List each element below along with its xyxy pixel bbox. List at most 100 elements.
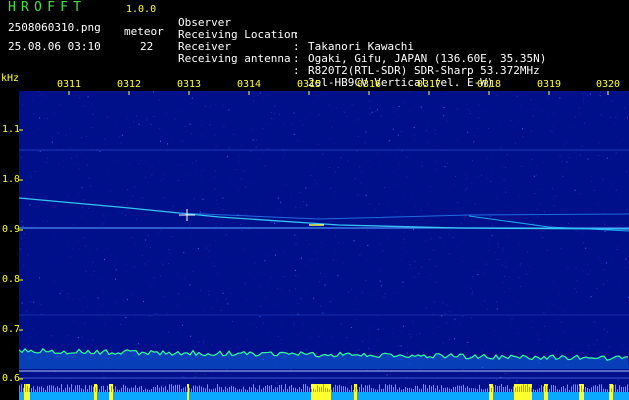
noise-pixel bbox=[371, 111, 373, 113]
noise-pixel bbox=[242, 169, 244, 171]
activity-spike bbox=[355, 386, 356, 392]
noise-pixel bbox=[259, 92, 261, 94]
noise-pixel bbox=[434, 129, 436, 131]
activity-spike bbox=[431, 386, 432, 392]
noise-pixel bbox=[600, 91, 602, 93]
activity-spike bbox=[65, 387, 66, 392]
noise-pixel bbox=[357, 299, 359, 301]
noise-pixel bbox=[122, 237, 124, 239]
noise-pixel bbox=[430, 186, 432, 188]
activity-spike bbox=[179, 384, 180, 392]
activity-spike bbox=[453, 387, 454, 392]
noise-pixel bbox=[504, 188, 506, 189]
noise-pixel bbox=[368, 100, 370, 102]
noise-pixel bbox=[605, 262, 607, 264]
activity-spike bbox=[153, 387, 154, 392]
noise-pixel bbox=[206, 247, 208, 249]
noise-pixel bbox=[543, 312, 545, 314]
noise-pixel bbox=[465, 178, 467, 180]
noise-pixel bbox=[397, 115, 399, 116]
noise-pixel bbox=[284, 153, 286, 155]
noise-pixel bbox=[187, 204, 189, 206]
noise-pixel bbox=[594, 222, 596, 224]
noise-pixel bbox=[238, 189, 240, 191]
activity-spike bbox=[527, 384, 528, 392]
noise-pixel bbox=[619, 281, 621, 283]
noise-pixel bbox=[224, 235, 226, 237]
noise-pixel bbox=[189, 123, 191, 125]
noise-pixel bbox=[203, 340, 204, 342]
noise-pixel bbox=[398, 291, 399, 293]
noise-pixel bbox=[487, 177, 488, 179]
noise-pixel bbox=[471, 293, 473, 295]
noise-pixel bbox=[159, 128, 161, 130]
noise-pixel bbox=[428, 350, 430, 352]
noise-pixel bbox=[394, 383, 396, 385]
noise-pixel bbox=[197, 309, 199, 311]
noise-pixel bbox=[380, 115, 382, 117]
noise-pixel bbox=[579, 193, 581, 195]
noise-pixel bbox=[406, 251, 408, 253]
noise-pixel bbox=[338, 124, 339, 126]
noise-pixel bbox=[410, 336, 412, 338]
noise-pixel bbox=[41, 129, 43, 131]
activity-spike bbox=[295, 387, 296, 392]
activity-spike bbox=[309, 387, 310, 392]
noise-pixel bbox=[502, 246, 504, 248]
noise-pixel bbox=[436, 338, 438, 340]
noise-pixel bbox=[108, 214, 110, 216]
activity-spike bbox=[477, 389, 478, 392]
noise-pixel bbox=[377, 369, 379, 370]
noise-pixel bbox=[293, 323, 295, 325]
noise-pixel bbox=[335, 249, 337, 251]
noise-pixel bbox=[410, 267, 412, 269]
noise-pixel bbox=[520, 105, 522, 107]
noise-pixel bbox=[320, 330, 322, 332]
activity-spike bbox=[125, 385, 126, 392]
noise-pixel bbox=[189, 296, 191, 298]
noise-pixel bbox=[190, 103, 192, 105]
noise-pixel bbox=[164, 329, 166, 331]
noise-pixel bbox=[345, 156, 347, 158]
noise-pixel bbox=[562, 108, 564, 110]
activity-spike bbox=[185, 386, 186, 392]
noise-pixel bbox=[490, 108, 492, 110]
noise-pixel bbox=[186, 130, 188, 132]
noise-pixel bbox=[67, 195, 69, 197]
activity-spike bbox=[591, 387, 592, 392]
noise-pixel bbox=[469, 111, 471, 112]
noise-pixel bbox=[61, 104, 63, 106]
noise-pixel bbox=[128, 162, 130, 164]
noise-pixel bbox=[167, 312, 168, 314]
noise-pixel bbox=[280, 324, 282, 326]
activity-spike bbox=[61, 384, 62, 392]
noise-pixel bbox=[215, 229, 217, 231]
noise-pixel bbox=[491, 235, 493, 237]
noise-pixel bbox=[400, 345, 402, 347]
noise-pixel bbox=[292, 129, 294, 131]
noise-pixel bbox=[620, 197, 622, 199]
noise-pixel bbox=[430, 273, 432, 275]
noise-pixel bbox=[346, 115, 348, 117]
noise-pixel bbox=[92, 273, 94, 275]
noise-pixel bbox=[587, 158, 589, 160]
noise-pixel bbox=[521, 373, 523, 375]
noise-pixel bbox=[414, 205, 416, 207]
noise-pixel bbox=[420, 197, 422, 199]
noise-pixel bbox=[226, 109, 228, 111]
noise-pixel bbox=[576, 291, 578, 293]
noise-pixel bbox=[333, 93, 335, 95]
activity-spike bbox=[463, 384, 464, 392]
activity-spike bbox=[135, 385, 136, 392]
noise-pixel bbox=[602, 220, 604, 222]
noise-pixel bbox=[252, 139, 254, 141]
noise-pixel bbox=[57, 132, 59, 134]
activity-spike bbox=[115, 386, 116, 392]
noise-pixel bbox=[492, 301, 494, 303]
freq-tick-label: 0.6 bbox=[2, 373, 21, 384]
activity-spike bbox=[437, 385, 438, 392]
activity-spike bbox=[213, 388, 214, 392]
noise-pixel bbox=[358, 349, 360, 351]
activity-spike bbox=[609, 384, 610, 392]
noise-pixel bbox=[448, 253, 450, 255]
